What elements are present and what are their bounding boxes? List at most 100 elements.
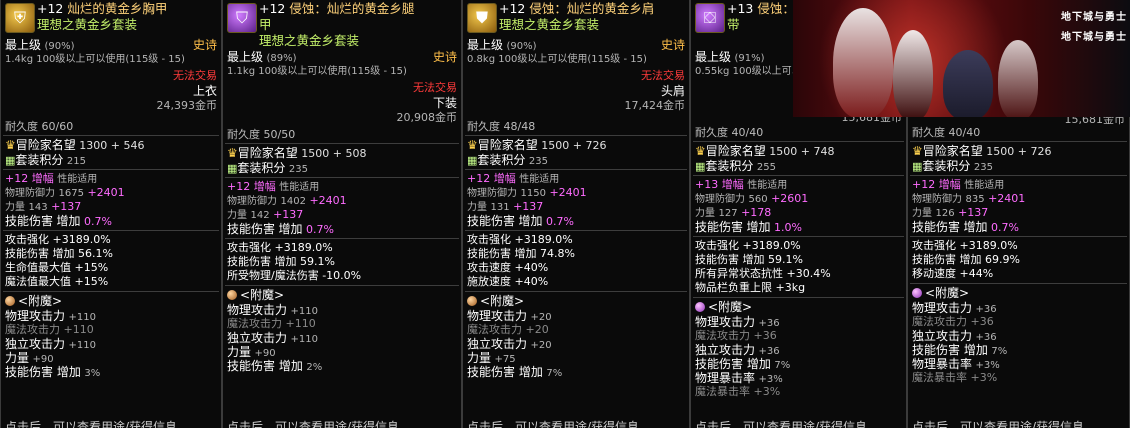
- phys-def-value: 1150: [520, 188, 546, 199]
- stat-line: 魔法值最大值 +15%: [5, 275, 109, 288]
- divider: [225, 177, 459, 178]
- phys-def-label: 物理防御力: [912, 194, 962, 205]
- set-points-icon: ▦: [5, 154, 16, 167]
- item-set-name: 理想之黄金乡套装: [499, 17, 600, 32]
- enchant-stat-label: 独立攻击力: [912, 329, 973, 343]
- fame-label: 冒险家名望: [15, 138, 76, 152]
- item-tooltip[interactable]: ⛨ +12 灿烂的黄金乡胸甲 理想之黄金乡套装 最上级 (90%) 史诗 1.4kg 10…: [0, 0, 222, 428]
- enchant-label: <附魔>: [240, 288, 285, 302]
- enchant-orb-icon: [5, 296, 15, 306]
- item-set-name: 理想之黄金乡套装: [37, 17, 138, 32]
- enchant-line: 魔法攻击力 +110: [5, 323, 217, 336]
- phys-def-bonus: +2401: [549, 186, 587, 199]
- skill-damage-value: 1.0%: [774, 221, 802, 234]
- enchant-stat-label: 技能伤害 增加: [695, 357, 771, 371]
- stat-line: 攻击强化 +3189.0%: [912, 239, 1018, 252]
- skill-damage-label: 技能伤害: [912, 220, 961, 234]
- item-name: 侵蚀：灿烂的黄金乡腿: [289, 1, 415, 16]
- enchant-line: 力量 +75: [467, 351, 685, 366]
- enchant-stat-value: 7%: [546, 368, 563, 379]
- amplify-row: +12 增幅 性能适用: [912, 178, 1125, 192]
- set-points-row: ▦套装积分 215: [5, 153, 217, 168]
- enchant-stat-label: 力量: [227, 345, 252, 359]
- enchant-line: 物理攻击力 +36: [912, 301, 1125, 316]
- enchant-stat-label: 独立攻击力: [5, 337, 66, 351]
- divider: [465, 230, 687, 231]
- equipment-slot: 上衣: [192, 84, 217, 98]
- enchant-stat-value: +20: [525, 323, 549, 336]
- amplify-row: +12 增幅 性能适用: [227, 180, 457, 194]
- amplify-level: +12: [912, 178, 936, 191]
- tooltip-footer-hint: 点击后，可以查看用途/获得信息: [912, 419, 1085, 428]
- stat-line: 所受物理/魔法伤害 -10.0%: [227, 269, 362, 282]
- skill-damage-value: 0.7%: [306, 223, 334, 236]
- phys-def-row: 物理防御力 560 +2601: [695, 192, 902, 206]
- requirement-row: 1.4kg 100级以上可以使用(115级 - 15): [5, 54, 217, 66]
- durability-row: 耐久度 50/50: [227, 128, 457, 141]
- skill-damage-label: 技能伤害: [467, 214, 516, 228]
- level-requirement: 100级以上可以使用(115级 - 15): [498, 54, 647, 65]
- enchant-orb-icon: [695, 302, 705, 312]
- strength-value: 126: [935, 208, 955, 219]
- equipment-slot: 下装: [432, 96, 457, 110]
- skill-damage-label: 技能伤害: [227, 222, 276, 236]
- set-points-row: ▦套装积分 235: [912, 159, 1125, 174]
- max-level-label: 最上级: [227, 50, 264, 64]
- enchant-line: 物理攻击力 +36: [695, 315, 902, 330]
- grade-percent: (91%): [734, 53, 765, 64]
- divider: [910, 236, 1127, 237]
- tooltip-header: ⛊ +12 侵蚀：灿烂的黄金乡肩 理想之黄金乡套装: [463, 0, 689, 36]
- enchant-stat-value: +36: [975, 332, 997, 343]
- phys-def-value: 560: [748, 194, 768, 205]
- fame-icon: ♛: [467, 138, 478, 152]
- item-upgrade-level: +12: [499, 1, 526, 16]
- durability-value: 40/40: [948, 126, 981, 139]
- amplify-label: 增幅: [253, 180, 276, 193]
- grade-row: 最上级 (90%) 史诗: [467, 38, 685, 53]
- enchant-line: 魔法攻击力 +36: [912, 315, 1125, 328]
- enchant-orb-icon: [467, 296, 477, 306]
- enchant-line: 独立攻击力 +110: [5, 337, 217, 352]
- armor-belt-icon: ⛋: [695, 3, 725, 33]
- durability-value: 48/48: [503, 120, 536, 133]
- stat-line: 生命值最大值 +15%: [5, 261, 109, 274]
- item-weight: 0.55kg: [695, 66, 730, 77]
- enchant-line: 技能伤害 增加 7%: [912, 343, 1125, 358]
- enchant-line: 独立攻击力 +36: [912, 329, 1125, 344]
- divider: [465, 291, 687, 292]
- tooltip-footer-hint: 点击后，可以查看用途/获得信息: [467, 419, 640, 428]
- enchant-stat-value: +110: [290, 334, 318, 345]
- phys-def-bonus: +2401: [988, 192, 1026, 205]
- enchant-stat-value: +36: [970, 315, 994, 328]
- set-points-icon: ▦: [227, 162, 238, 175]
- amplify-label: 增幅: [938, 178, 961, 191]
- enchant-line: 物理攻击力 +110: [5, 309, 217, 324]
- item-weight: 0.8kg: [467, 54, 496, 65]
- perf-label: 性能适用: [57, 174, 98, 185]
- strength-row: 力量 126 +137: [912, 206, 1125, 220]
- no-trade-label: 无法交易: [413, 81, 457, 94]
- enchant-line: 力量 +90: [227, 345, 457, 360]
- fame-label: 冒险家名望: [477, 138, 538, 152]
- perf-label: 性能适用: [747, 180, 788, 191]
- set-points-label: 套装积分: [477, 153, 526, 167]
- item-tooltip[interactable]: 理想之黄金乡套装 ⛉ +12 侵蚀：灿烂的黄金乡腿甲最上级 (89%) 史诗 1.1kg…: [222, 0, 462, 428]
- enchant-stat-value: +3%: [975, 360, 1000, 371]
- set-points-value: 235: [528, 156, 549, 167]
- divider: [693, 175, 904, 176]
- strength-value: 131: [490, 202, 510, 213]
- enchant-stat-label: 技能伤害 增加: [5, 365, 81, 379]
- phys-def-value: 1675: [58, 188, 84, 199]
- item-tooltip[interactable]: ⛊ +12 侵蚀：灿烂的黄金乡肩 理想之黄金乡套装 最上级 (90%) 史诗 0.8kg …: [462, 0, 690, 428]
- fame-icon: ♛: [227, 146, 238, 160]
- divider: [3, 230, 219, 231]
- amplify-level: +12: [467, 172, 491, 185]
- amplify-label: 增幅: [31, 172, 54, 185]
- enchant-stat-value: +110: [63, 323, 94, 336]
- enchant-label: <附魔>: [708, 300, 753, 314]
- enchant-stat-label: 物理暴击率: [695, 371, 756, 385]
- amplify-row: +12 增幅 性能适用: [467, 172, 685, 186]
- strength-bonus: +137: [958, 206, 989, 219]
- enchant-line: 技能伤害 增加 7%: [467, 365, 685, 380]
- banner-character: [833, 8, 893, 117]
